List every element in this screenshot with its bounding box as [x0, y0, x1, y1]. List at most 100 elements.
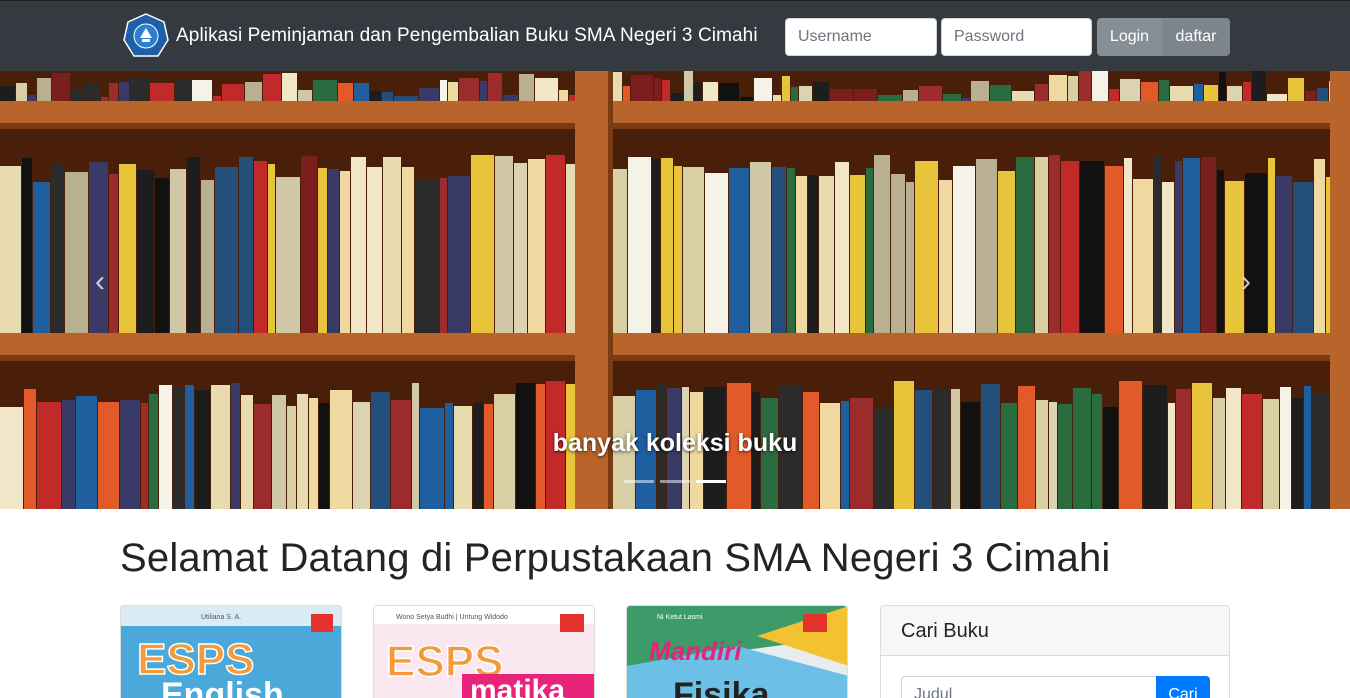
carousel-indicator[interactable] — [624, 480, 654, 483]
book-spine — [953, 166, 975, 333]
username-input[interactable]: Username — [785, 18, 937, 56]
book-spine — [130, 78, 149, 103]
book-spine — [187, 157, 200, 333]
book-spine — [1049, 75, 1067, 103]
book-spine — [71, 89, 82, 103]
book-author: Wono Setya Budhi | Untung Widodo — [396, 614, 508, 621]
book-spine — [694, 82, 702, 103]
book-spine — [1154, 155, 1161, 333]
school-logo-icon — [123, 13, 169, 57]
book-spine — [854, 89, 877, 103]
book-spine — [971, 81, 989, 103]
book-spine — [0, 166, 21, 333]
book-spine — [1079, 71, 1091, 103]
book-spine — [1252, 71, 1266, 103]
login-button[interactable]: Login — [1097, 18, 1162, 56]
book-spine — [528, 159, 545, 333]
book-author: Ni Ketut Lasmi — [657, 614, 703, 621]
book-spine — [192, 80, 212, 103]
register-button[interactable]: daftar — [1162, 18, 1230, 56]
book-spine — [1317, 88, 1328, 103]
shelf-board-shadow — [0, 355, 1350, 361]
book-spine — [328, 169, 339, 333]
book-spine — [891, 174, 905, 333]
book-subject: English — [161, 676, 284, 698]
book-spine — [684, 71, 693, 103]
book-spine — [1124, 158, 1132, 333]
book-spine — [1204, 85, 1218, 103]
search-card: Cari Buku Judul Cari — [880, 605, 1230, 698]
book-spine — [1288, 78, 1304, 103]
book-spine — [239, 157, 253, 333]
carousel-caption: banyak koleksi buku — [552, 429, 798, 457]
book-spine — [33, 182, 50, 333]
book-spine — [338, 83, 353, 103]
book-cover-image: Utiliana S. A. ESPS English — [121, 606, 341, 698]
book-card[interactable]: Wono Setya Budhi | Untung Widodo ESPS ma… — [373, 605, 595, 698]
book-spine — [1049, 155, 1060, 333]
book-spine — [89, 162, 108, 333]
book-spine — [51, 163, 64, 333]
book-spine — [808, 175, 818, 333]
book-spine — [631, 75, 653, 103]
book-spine — [998, 171, 1015, 333]
book-spine — [850, 175, 865, 333]
book-spine — [546, 155, 565, 333]
book-spine — [1183, 158, 1200, 333]
book-spine — [1201, 157, 1216, 333]
brand[interactable]: Aplikasi Peminjaman dan Pengembalian Buk… — [122, 12, 758, 60]
book-spine — [1243, 82, 1251, 103]
carousel-indicator[interactable] — [660, 480, 690, 483]
carousel-prev-icon[interactable]: ‹ — [88, 267, 112, 297]
top-navbar: Aplikasi Peminjaman dan Pengembalian Buk… — [0, 0, 1350, 71]
book-spine — [976, 159, 997, 333]
book-spine — [819, 176, 834, 333]
search-button[interactable]: Cari — [1156, 676, 1210, 698]
book-spine — [1035, 157, 1048, 333]
carousel-indicators — [0, 480, 1350, 483]
search-title-input[interactable]: Judul — [901, 676, 1157, 698]
book-spine — [1245, 173, 1267, 333]
password-input[interactable]: Password — [941, 18, 1092, 56]
book-spine — [754, 78, 772, 103]
book-spine — [0, 86, 15, 103]
book-spine — [772, 167, 786, 333]
book-subject: Fisika — [673, 676, 770, 698]
book-spine — [623, 86, 630, 103]
book-spine — [874, 155, 890, 333]
book-spine — [1225, 181, 1244, 333]
book-spine — [835, 162, 849, 333]
book-spine — [1175, 161, 1182, 333]
book-spine — [1068, 76, 1078, 103]
book-spine — [109, 83, 118, 103]
book-spine — [662, 80, 670, 103]
book-series: Mandiri — [649, 636, 742, 666]
book-spine — [705, 173, 728, 333]
page-title: Selamat Datang di Perpustakaan SMA Neger… — [120, 536, 1111, 580]
book-spine — [683, 167, 704, 333]
book-spine — [16, 83, 27, 103]
book-author: Utiliana S. A. — [201, 614, 241, 621]
book-spine — [448, 176, 470, 333]
book-spine — [495, 156, 513, 333]
book-spine — [519, 74, 534, 103]
book-spine — [170, 169, 186, 333]
book-spine — [1141, 82, 1158, 103]
book-spine — [83, 84, 100, 103]
book-spine — [514, 163, 527, 333]
carousel-next-icon[interactable]: › — [1234, 267, 1258, 297]
book-spine — [628, 157, 651, 333]
carousel-indicator-active[interactable] — [696, 480, 726, 483]
book-card[interactable]: Utiliana S. A. ESPS English — [120, 605, 342, 698]
book-spine — [939, 180, 952, 333]
book-cover-image: Wono Setya Budhi | Untung Widodo ESPS ma… — [374, 606, 594, 698]
book-spine — [1061, 161, 1079, 333]
book-spine — [1227, 86, 1242, 103]
book-spine — [813, 82, 829, 103]
book-spine — [351, 157, 366, 333]
book-card[interactable]: Ni Ketut Lasmi Mandiri Fisika — [626, 605, 848, 698]
book-spine — [866, 168, 873, 333]
book-spine — [1080, 161, 1104, 333]
book-spine — [787, 168, 795, 333]
book-spine — [150, 83, 174, 103]
